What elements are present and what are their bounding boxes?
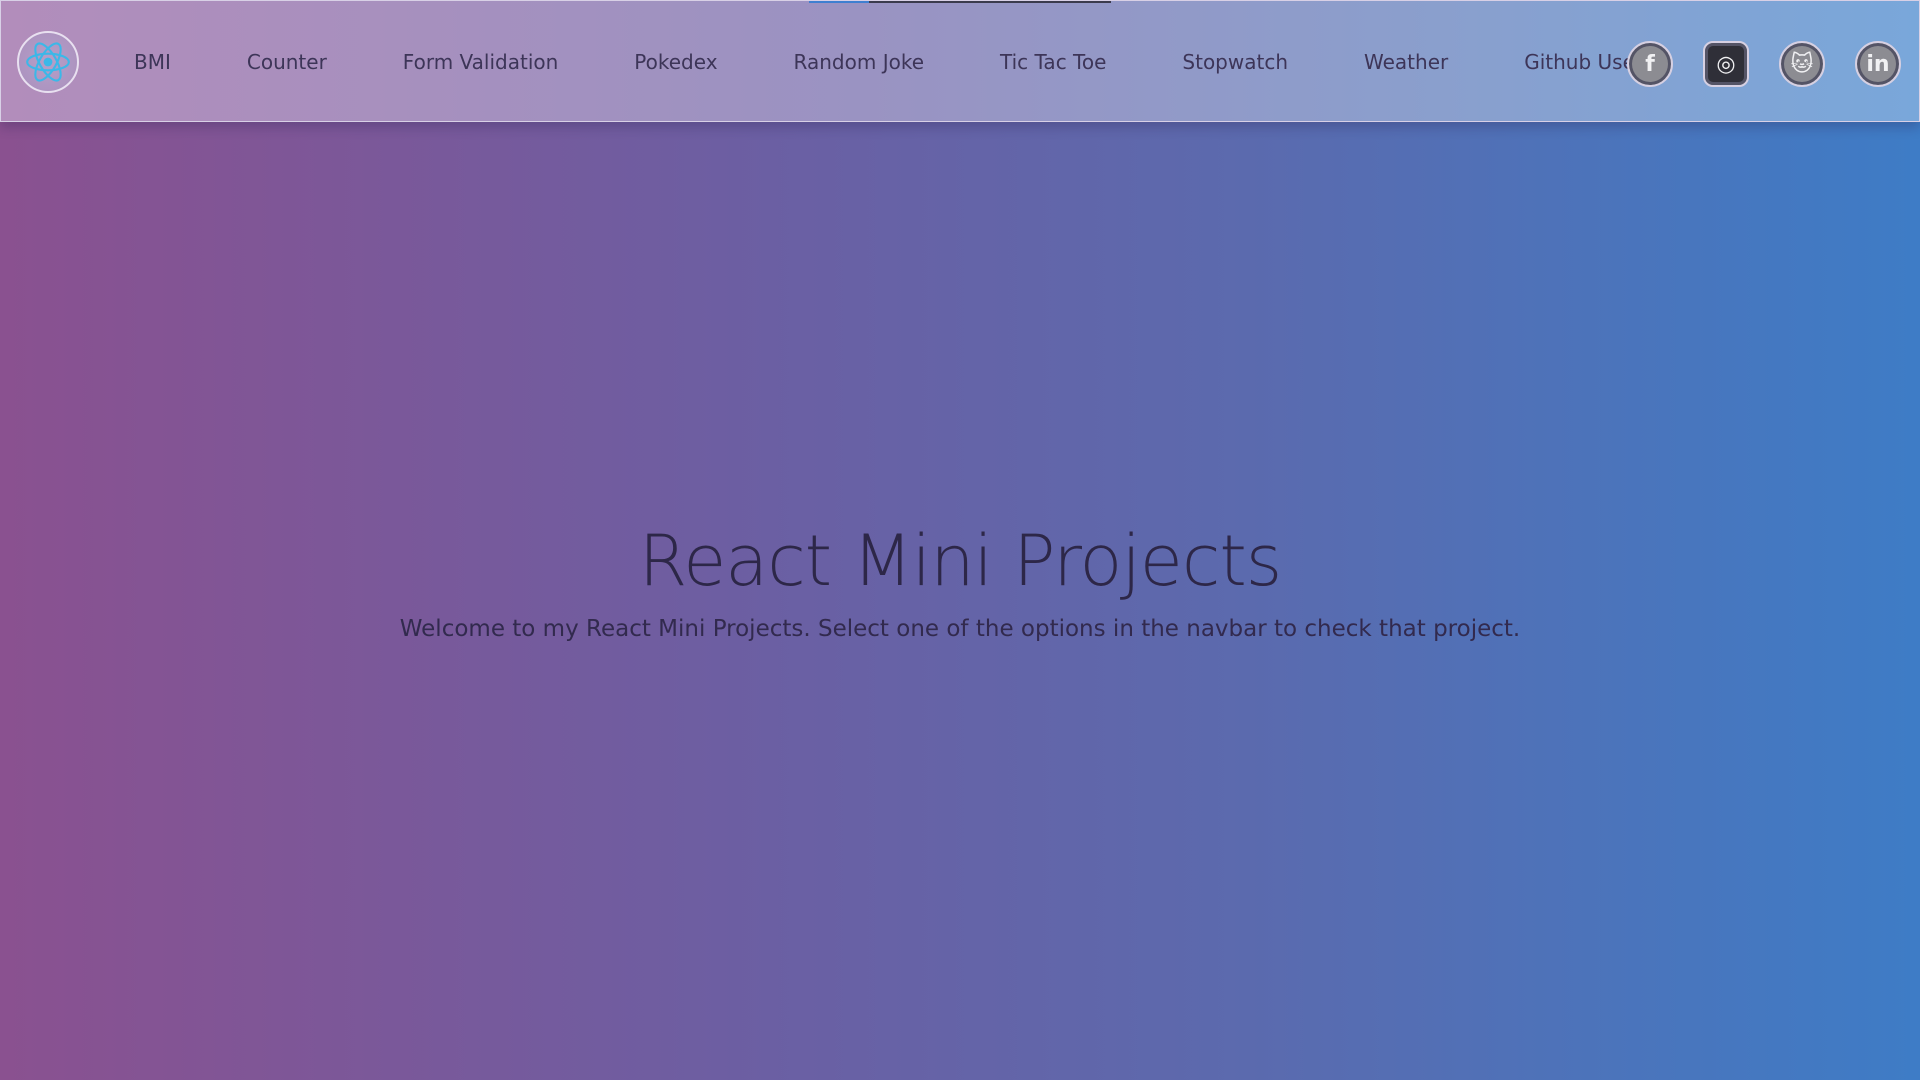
page-title: React Mini Projects xyxy=(638,520,1283,602)
top-navbar: BMI Counter Form Validation Pokedex Rand… xyxy=(0,0,1920,122)
page-subtitle: Welcome to my React Mini Projects. Selec… xyxy=(399,616,1521,642)
nav-link-bmi[interactable]: BMI xyxy=(97,50,209,74)
main-nav: BMI Counter Form Validation Pokedex Rand… xyxy=(97,1,1692,123)
nav-link-tic-tac-toe[interactable]: Tic Tac Toe xyxy=(962,50,1144,74)
hero-section: React Mini Projects Welcome to my React … xyxy=(0,520,1920,642)
social-links: f ◎ 🐱 in xyxy=(1627,41,1901,87)
instagram-icon[interactable]: ◎ xyxy=(1703,41,1749,87)
facebook-icon[interactable]: f xyxy=(1627,41,1673,87)
github-icon[interactable]: 🐱 xyxy=(1779,41,1825,87)
linkedin-icon[interactable]: in xyxy=(1855,41,1901,87)
nav-link-stopwatch[interactable]: Stopwatch xyxy=(1144,50,1326,74)
nav-link-random-joke[interactable]: Random Joke xyxy=(756,50,962,74)
nav-link-counter[interactable]: Counter xyxy=(209,50,365,74)
nav-link-pokedex[interactable]: Pokedex xyxy=(596,50,755,74)
react-atom-icon xyxy=(26,42,70,82)
react-logo-button[interactable] xyxy=(17,31,79,93)
nav-link-form-validation[interactable]: Form Validation xyxy=(365,50,597,74)
nav-link-weather[interactable]: Weather xyxy=(1326,50,1486,74)
